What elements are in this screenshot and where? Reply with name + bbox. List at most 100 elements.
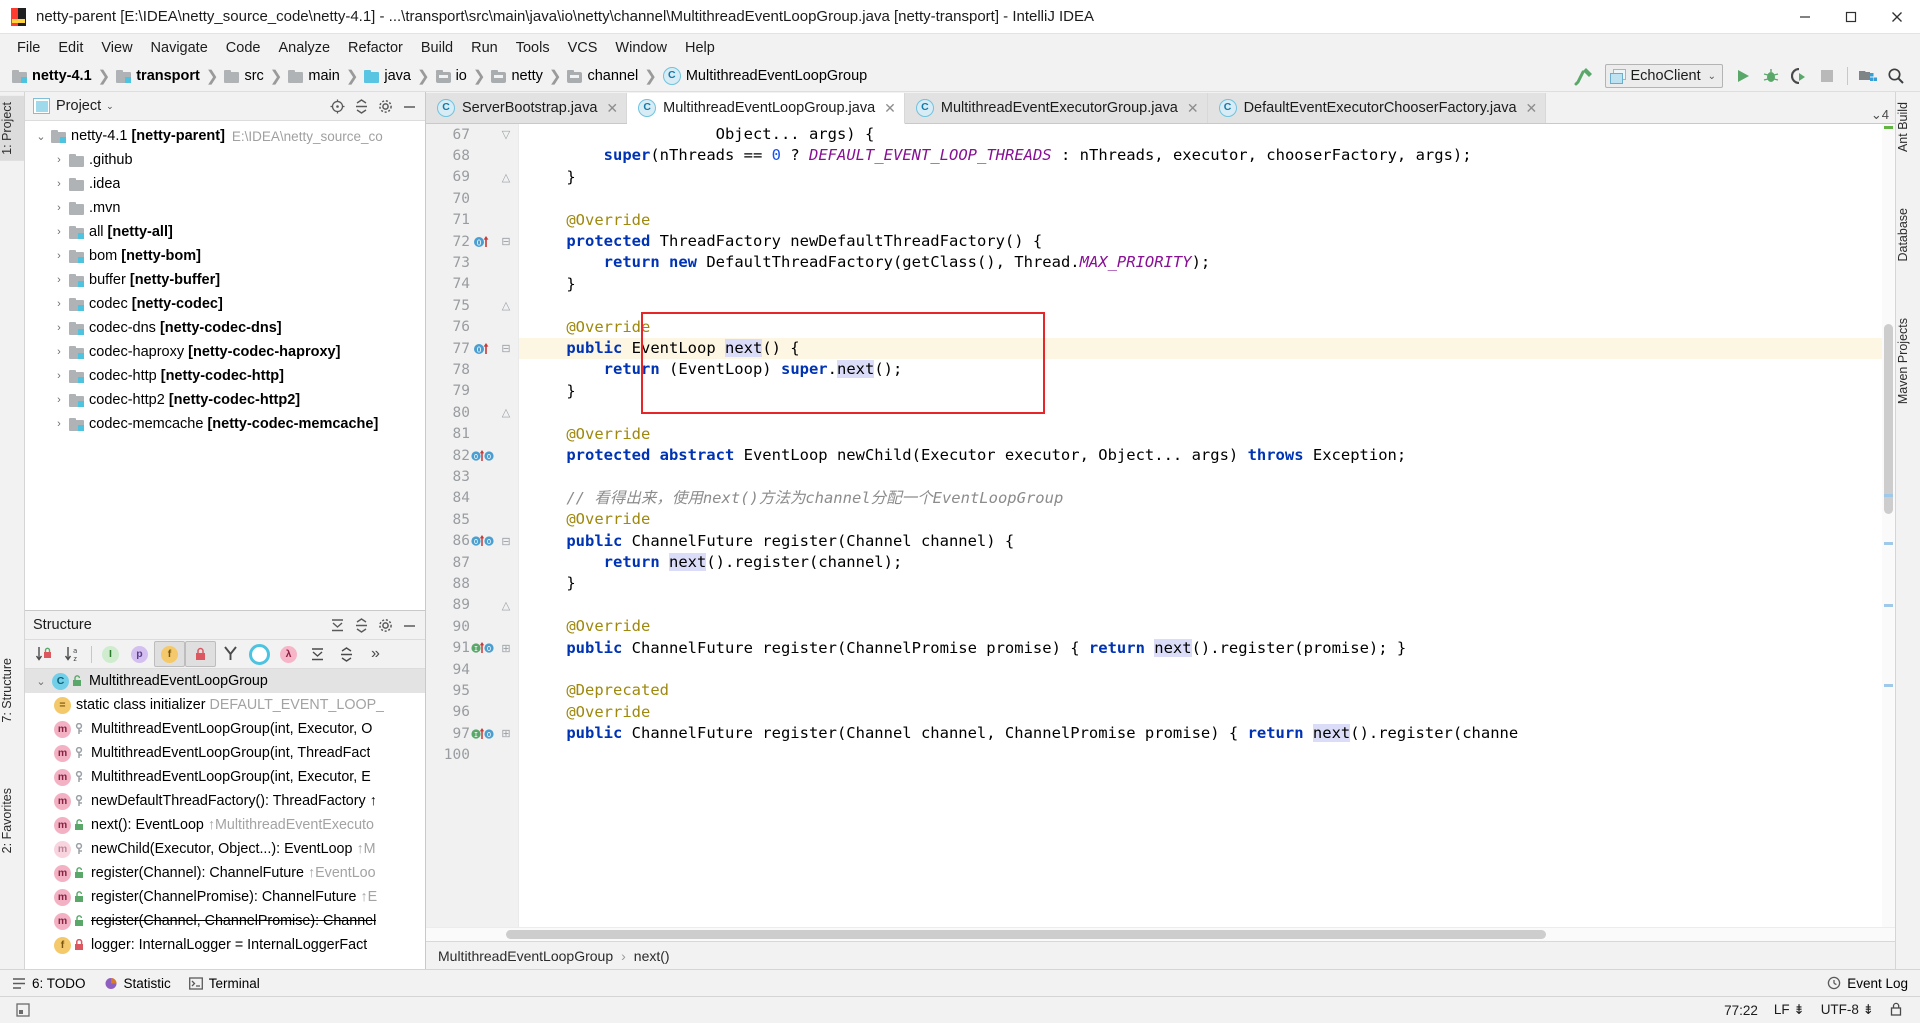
breadcrumb-src[interactable]: src <box>220 67 265 85</box>
event-log-button[interactable]: Event Log <box>1821 976 1920 991</box>
chevron-down-icon[interactable]: ⌄ <box>106 101 114 112</box>
rail-tab-favorites[interactable]: 2: Favorites <box>0 782 24 859</box>
run-button[interactable] <box>1729 63 1757 89</box>
sort-alphabetically-icon[interactable]: az <box>58 642 87 666</box>
code-line-78[interactable]: return (EventLoop) super.next(); <box>519 359 1895 380</box>
breadcrumb-main[interactable]: main <box>284 67 341 85</box>
tree-row[interactable]: › .idea <box>25 172 425 196</box>
code-line-79[interactable]: } <box>519 381 1895 402</box>
gutter-line[interactable]: 69 △ <box>426 167 518 188</box>
marker-stripe[interactable] <box>1884 542 1893 545</box>
breadcrumb-class-name[interactable]: MultithreadEventLoopGroup <box>438 948 613 964</box>
editor-gutter[interactable]: 67 ▽ 68 69 △ 70 71 72 O ⊟ 73 74 75 △ 76 77 O ⊟ … <box>426 124 519 927</box>
close-icon[interactable]: ✕ <box>884 100 896 117</box>
hide-panel-icon[interactable] <box>397 614 421 636</box>
menu-help[interactable]: Help <box>676 37 724 59</box>
structure-item-constructor-3[interactable]: m MultithreadEventLoopGroup(int, Executo… <box>25 765 425 789</box>
impl-override-marker-icon[interactable]: IO <box>470 641 496 655</box>
structure-item-register-promise[interactable]: m register(ChannelPromise): ChannelFutur… <box>25 885 425 909</box>
tool-window-terminal[interactable]: Terminal <box>183 976 272 991</box>
expand-arrow-icon[interactable]: › <box>49 322 69 334</box>
code-line-90[interactable]: @Override <box>519 616 1895 637</box>
rail-tab-maven-projects[interactable]: Maven Projects <box>1896 312 1920 410</box>
editor-viewport[interactable]: 67 ▽ 68 69 △ 70 71 72 O ⊟ 73 74 75 △ 76 77 O ⊟ … <box>426 124 1895 927</box>
gutter-line[interactable]: 88 <box>426 573 518 594</box>
gutter-line[interactable]: 71 <box>426 210 518 231</box>
hide-panel-icon[interactable] <box>397 95 421 117</box>
show-fields-icon[interactable]: f <box>154 641 185 667</box>
tree-row[interactable]: › all [netty-all] <box>25 220 425 244</box>
line-separator[interactable]: LF ⇟ <box>1766 1002 1813 1018</box>
expand-arrow-icon[interactable]: › <box>49 370 69 382</box>
gutter-line[interactable]: 89 △ <box>426 595 518 616</box>
expand-all-icon[interactable] <box>303 642 332 666</box>
fold-icon[interactable]: ⊞ <box>496 727 516 740</box>
gutter-line[interactable]: 97 I O ⊞ <box>426 723 518 744</box>
editor-horizontal-scrollbar[interactable] <box>426 927 1895 941</box>
override-marker-icon[interactable]: O <box>470 342 496 356</box>
code-line-100[interactable] <box>519 745 1895 766</box>
code-line-71[interactable]: @Override <box>519 210 1895 231</box>
code-line-80[interactable] <box>519 402 1895 423</box>
code-line-86[interactable]: public ChannelFuture register(Channel ch… <box>519 531 1895 552</box>
expand-arrow-icon[interactable]: › <box>49 154 69 166</box>
code-line-87[interactable]: return next().register(channel); <box>519 552 1895 573</box>
menu-view[interactable]: View <box>92 37 141 59</box>
code-line-89[interactable] <box>519 595 1895 616</box>
more-options-icon[interactable]: » <box>361 642 390 666</box>
code-line-85[interactable]: @Override <box>519 509 1895 530</box>
expand-all-icon[interactable] <box>325 614 349 636</box>
expand-arrow-icon[interactable]: ⌄ <box>31 675 51 688</box>
expand-arrow-icon[interactable]: ⌄ <box>31 130 51 143</box>
code-line-77[interactable]: public EventLoop next() { <box>519 338 1895 359</box>
collapse-all-icon[interactable] <box>349 614 373 636</box>
gutter-line[interactable]: 85 <box>426 509 518 530</box>
code-line-81[interactable]: @Override <box>519 424 1895 445</box>
gutter-line[interactable]: 78 <box>426 359 518 380</box>
tree-row[interactable]: › codec-http2 [netty-codec-http2] <box>25 388 425 412</box>
show-inherited-icon[interactable]: I <box>96 642 125 666</box>
fold-icon[interactable]: △ <box>496 171 516 184</box>
code-line-84[interactable]: // 看得出来，使用next()方法为channel分配一个EventLoopG… <box>519 488 1895 509</box>
run-configuration-selector[interactable]: EchoClient ⌄ <box>1605 64 1723 88</box>
structure-item-register-channel[interactable]: m register(Channel): ChannelFuture ↑Even… <box>25 861 425 885</box>
code-line-67[interactable]: Object... args) { <box>519 124 1895 145</box>
tree-row[interactable]: › .mvn <box>25 196 425 220</box>
marker-stripe[interactable] <box>1884 684 1893 687</box>
marker-stripe[interactable] <box>1884 604 1893 607</box>
editor-tab-multithreadeventexecutorgroup[interactable]: C MultithreadEventExecutorGroup.java ✕ <box>904 93 1208 123</box>
structure-item-new-default-thread-factory[interactable]: m newDefaultThreadFactory(): ThreadFacto… <box>25 789 425 813</box>
scrollbar-thumb[interactable] <box>1884 324 1893 514</box>
settings-gear-icon[interactable] <box>373 614 397 636</box>
structure-item-class[interactable]: ⌄ C MultithreadEventLoopGroup <box>25 669 425 693</box>
expand-arrow-icon[interactable]: › <box>49 202 69 214</box>
override-impl-marker-icon[interactable]: OO <box>470 534 496 548</box>
show-interfaces-icon[interactable] <box>245 642 274 666</box>
code-line-75[interactable] <box>519 295 1895 316</box>
show-properties-icon[interactable]: p <box>125 642 154 666</box>
gutter-line[interactable]: 86 O O ⊟ <box>426 531 518 552</box>
breadcrumb-java[interactable]: java <box>360 67 413 85</box>
structure-item-static-initializer[interactable]: = static class initializer DEFAULT_EVENT… <box>25 693 425 717</box>
editor-vertical-scrollbar[interactable] <box>1882 124 1895 927</box>
tree-row[interactable]: › codec [netty-codec] <box>25 292 425 316</box>
show-anonymous-icon[interactable] <box>216 642 245 666</box>
tree-row[interactable]: › codec-haproxy [netty-codec-haproxy] <box>25 340 425 364</box>
hscrollbar-thumb[interactable] <box>506 930 1546 939</box>
gutter-line[interactable]: 96 <box>426 702 518 723</box>
collapse-all-icon[interactable] <box>349 95 373 117</box>
expand-arrow-icon[interactable]: › <box>49 346 69 358</box>
close-icon[interactable]: ✕ <box>1526 100 1538 117</box>
expand-arrow-icon[interactable]: › <box>49 250 69 262</box>
tree-row[interactable]: › codec-http [netty-codec-http] <box>25 364 425 388</box>
menu-vcs[interactable]: VCS <box>559 37 607 59</box>
lock-icon[interactable] <box>1882 1002 1910 1019</box>
collapse-all-icon[interactable] <box>332 642 361 666</box>
fold-icon[interactable]: △ <box>496 406 516 419</box>
sort-by-visibility-icon[interactable] <box>29 642 58 666</box>
structure-item-next[interactable]: m next(): EventLoop ↑MultithreadEventExe… <box>25 813 425 837</box>
code-line-83[interactable] <box>519 466 1895 487</box>
editor-tab-multithreadeventloopgroup[interactable]: C MultithreadEventLoopGroup.java ✕ <box>627 93 905 124</box>
breadcrumb-transport[interactable]: transport <box>112 67 202 85</box>
fold-icon[interactable]: △ <box>496 599 516 612</box>
